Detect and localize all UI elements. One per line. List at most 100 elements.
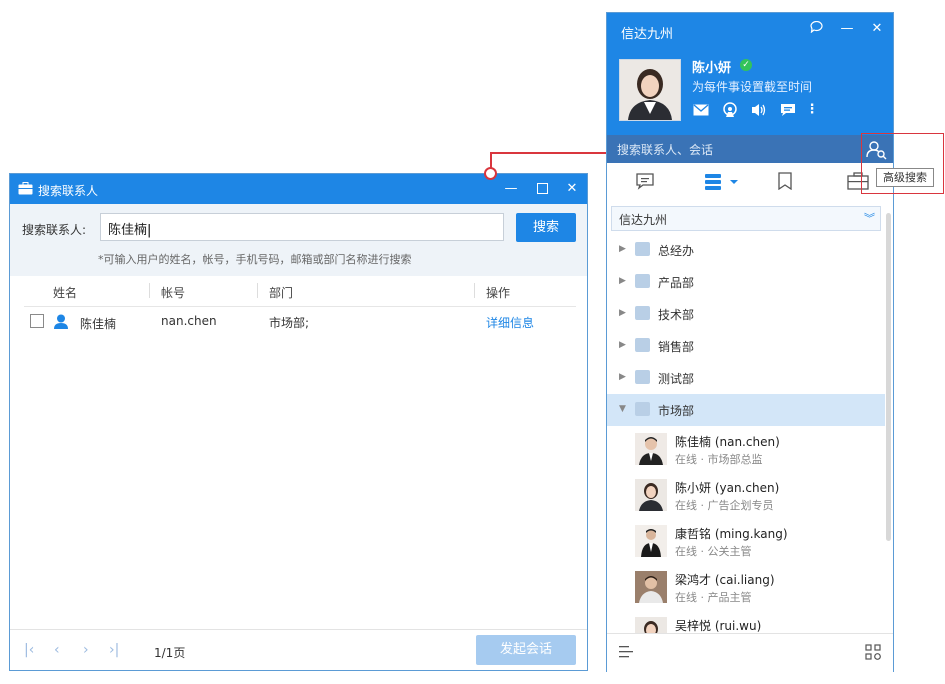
tooltip: 高级搜索 [876, 168, 934, 187]
chevron-right-icon: ▶ [619, 276, 626, 286]
im-header: 信达九州 — ✕ 陈小妍 ✓ 为每件事设置截至时间 ⋮ [607, 13, 893, 135]
minimize-icon[interactable]: — [839, 21, 855, 37]
folder-icon [635, 306, 650, 320]
briefcase-icon [18, 182, 33, 195]
list-item[interactable]: 吴梓悦 (rui.wu) [607, 611, 885, 633]
dept-name: 测试部 [658, 372, 695, 386]
folder-icon [635, 274, 650, 288]
dialog-titlebar[interactable]: 搜索联系人 — ✕ [10, 174, 587, 204]
column-header-dept[interactable]: 部门 [269, 284, 293, 301]
column-header-account[interactable]: 帐号 [161, 284, 185, 301]
apps-icon[interactable] [865, 644, 881, 663]
list-item[interactable]: 梁鸿才 (cai.liang) 在线 · 产品主管 [607, 565, 885, 611]
dept-item[interactable]: ▶ 测试部 [607, 362, 885, 394]
next-page-icon[interactable]: › [83, 642, 89, 658]
minimize-icon[interactable]: — [503, 181, 519, 197]
folder-icon [635, 338, 650, 352]
dept-item[interactable]: ▶ 总经办 [607, 234, 885, 266]
avatar [635, 571, 667, 603]
user-icon [54, 314, 68, 329]
search-label: 搜索联系人: [22, 223, 87, 237]
cell-dept: 市场部; [269, 316, 310, 330]
avatar [635, 525, 667, 557]
first-page-icon[interactable]: |‹ [24, 642, 34, 658]
avatar[interactable] [619, 59, 681, 121]
folder-icon [635, 370, 650, 384]
chevron-right-icon: ▶ [619, 244, 626, 254]
chevron-down-icon: ▼ [619, 404, 626, 414]
member-status: 在线 · 产品主管 [675, 591, 752, 604]
detail-link[interactable]: 详细信息 [486, 314, 534, 331]
cell-name: 陈佳楠 [80, 317, 117, 331]
maximize-icon[interactable] [534, 181, 550, 197]
avatar [635, 433, 667, 465]
dept-item[interactable]: ▶ 产品部 [607, 266, 885, 298]
search-button[interactable]: 搜索 [516, 213, 576, 242]
start-chat-button[interactable]: 发起会话 [476, 635, 576, 665]
dept-name: 市场部 [658, 404, 695, 418]
search-hint: *可输入用户的姓名，帐号，手机号码，邮箱或部门名称进行搜索 [98, 253, 412, 266]
user-name: 陈小妍 [692, 61, 732, 76]
dept-item[interactable]: ▶ 销售部 [607, 330, 885, 362]
member-status: 在线 · 公关主管 [675, 545, 752, 558]
bookmark-icon[interactable] [775, 172, 797, 192]
contacts-icon[interactable] [703, 172, 745, 192]
table-header: 姓名 帐号 部门 操作 [24, 276, 576, 307]
dept-item[interactable]: ▶ 技术部 [607, 298, 885, 330]
contact-search-input[interactable]: 搜索联系人、会话 [607, 135, 893, 163]
chat-bubble-icon[interactable] [808, 20, 824, 37]
folder-icon [635, 242, 650, 256]
dept-name: 销售部 [658, 340, 695, 354]
chevron-right-icon: ▶ [619, 308, 626, 318]
search-contact-dialog: 搜索联系人 — ✕ 搜索联系人: 陈佳楠| 搜索 *可输入用户的姓名，帐号，手机… [9, 173, 588, 671]
column-header-name[interactable]: 姓名 [53, 284, 77, 301]
dept-item[interactable]: ▼ 市场部 [607, 394, 885, 426]
app-title: 信达九州 [621, 27, 674, 42]
member-status: 在线 · 市场部总监 [675, 453, 763, 466]
menu-icon[interactable] [619, 645, 633, 662]
connector-dot [484, 167, 497, 180]
member-name: 梁鸿才 (cai.liang) [675, 573, 775, 587]
column-header-action[interactable]: 操作 [486, 284, 510, 301]
im-footer [607, 633, 893, 672]
signature[interactable]: 为每件事设置截至时间 [692, 78, 812, 95]
member-status: 在线 · 广告企划专员 [675, 499, 774, 512]
chevron-right-icon: ▶ [619, 372, 626, 382]
member-name: 吴梓悦 (rui.wu) [675, 619, 762, 633]
member-name: 陈小妍 (yan.chen) [675, 481, 780, 495]
list-item[interactable]: 康哲铭 (ming.kang) 在线 · 公关主管 [607, 519, 885, 565]
search-bar: 搜索联系人: 陈佳楠| 搜索 *可输入用户的姓名，帐号，手机号码，邮箱或部门名称… [10, 204, 587, 276]
avatar [635, 479, 667, 511]
cell-account: nan.chen [161, 314, 217, 328]
dialog-title: 搜索联系人 [38, 184, 99, 198]
chevron-right-icon: ▶ [619, 340, 626, 350]
list-item[interactable]: 陈小妍 (yan.chen) 在线 · 广告企划专员 [607, 473, 885, 519]
member-name: 陈佳楠 (nan.chen) [675, 435, 780, 449]
chevron-down-icon: ︾ [864, 212, 875, 225]
broadcast-icon[interactable] [721, 101, 739, 119]
more-icon[interactable]: ⋮ [803, 101, 821, 119]
row-checkbox[interactable] [30, 314, 44, 328]
recent-chats-icon[interactable] [635, 172, 657, 192]
list-item[interactable]: 陈佳楠 (nan.chen) 在线 · 市场部总监 [607, 427, 885, 473]
close-icon[interactable]: ✕ [564, 181, 580, 197]
dept-name: 技术部 [658, 308, 695, 322]
im-main-panel: 信达九州 — ✕ 陈小妍 ✓ 为每件事设置截至时间 ⋮ 搜索联系人、会话 信达九… [606, 12, 894, 672]
search-input[interactable]: 陈佳楠| [100, 213, 504, 241]
org-name: 信达九州 [619, 213, 668, 227]
scrollbar[interactable] [886, 213, 891, 541]
member-name: 康哲铭 (ming.kang) [675, 527, 788, 541]
org-selector[interactable]: 信达九州 ︾ [611, 206, 881, 231]
table-row[interactable]: 陈佳楠 nan.chen 市场部; 详细信息 [24, 307, 576, 337]
page-indicator: 1/1页 [154, 646, 186, 660]
speaker-icon[interactable] [750, 101, 768, 119]
nav-tabs [607, 163, 893, 201]
avatar [635, 617, 667, 633]
message-icon[interactable] [779, 101, 797, 119]
prev-page-icon[interactable]: ‹ [54, 642, 60, 658]
close-icon[interactable]: ✕ [869, 21, 885, 37]
mail-icon[interactable] [692, 101, 710, 119]
last-page-icon[interactable]: ›| [109, 642, 119, 658]
verified-icon: ✓ [740, 59, 752, 71]
folder-icon [635, 402, 650, 416]
